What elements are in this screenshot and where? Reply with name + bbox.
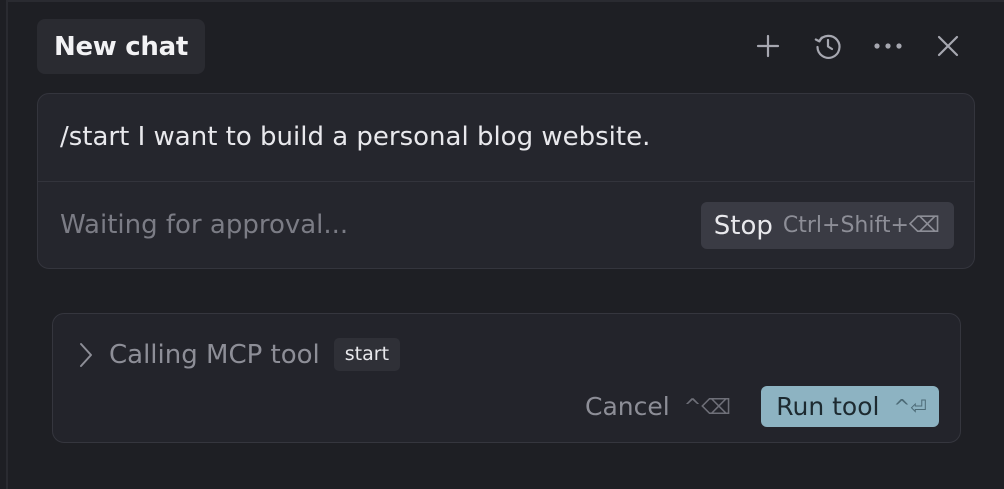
- more-icon[interactable]: [868, 26, 908, 66]
- tab-new-chat[interactable]: New chat: [37, 19, 205, 74]
- stop-shortcut-hint: Ctrl+Shift+⌫: [782, 213, 940, 238]
- tool-call-card: Calling MCP tool start Cancel ^⌫ Run too…: [52, 313, 961, 443]
- run-tool-button[interactable]: Run tool ^⏎: [761, 386, 939, 427]
- panel-top-divider: [8, 0, 1004, 2]
- header-toolbar: [728, 26, 968, 66]
- chevron-right-icon[interactable]: [75, 340, 97, 370]
- run-tool-shortcut-hint: ^⏎: [893, 394, 927, 419]
- prompt-divider: [38, 181, 974, 182]
- cancel-shortcut-hint: ^⌫: [683, 394, 731, 419]
- tool-call-title: Calling MCP tool: [109, 339, 320, 370]
- cancel-button[interactable]: Cancel ^⌫: [585, 392, 731, 421]
- chat-panel: New chat /start I want to build a person…: [0, 0, 1004, 489]
- user-prompt-text: /start I want to build a personal blog w…: [60, 122, 651, 152]
- cancel-button-label: Cancel: [585, 392, 670, 421]
- stop-button-label: Stop: [713, 210, 773, 241]
- run-tool-button-label: Run tool: [776, 392, 880, 421]
- plus-icon[interactable]: [748, 26, 788, 66]
- status-text: Waiting for approval...: [60, 210, 349, 240]
- tool-call-header: Calling MCP tool start: [75, 338, 401, 371]
- prompt-card: /start I want to build a personal blog w…: [37, 93, 975, 269]
- close-icon[interactable]: [928, 26, 968, 66]
- history-icon[interactable]: [808, 26, 848, 66]
- tool-name-badge: start: [333, 338, 401, 371]
- stop-button[interactable]: Stop Ctrl+Shift+⌫: [700, 202, 954, 249]
- panel-divider: [6, 0, 8, 489]
